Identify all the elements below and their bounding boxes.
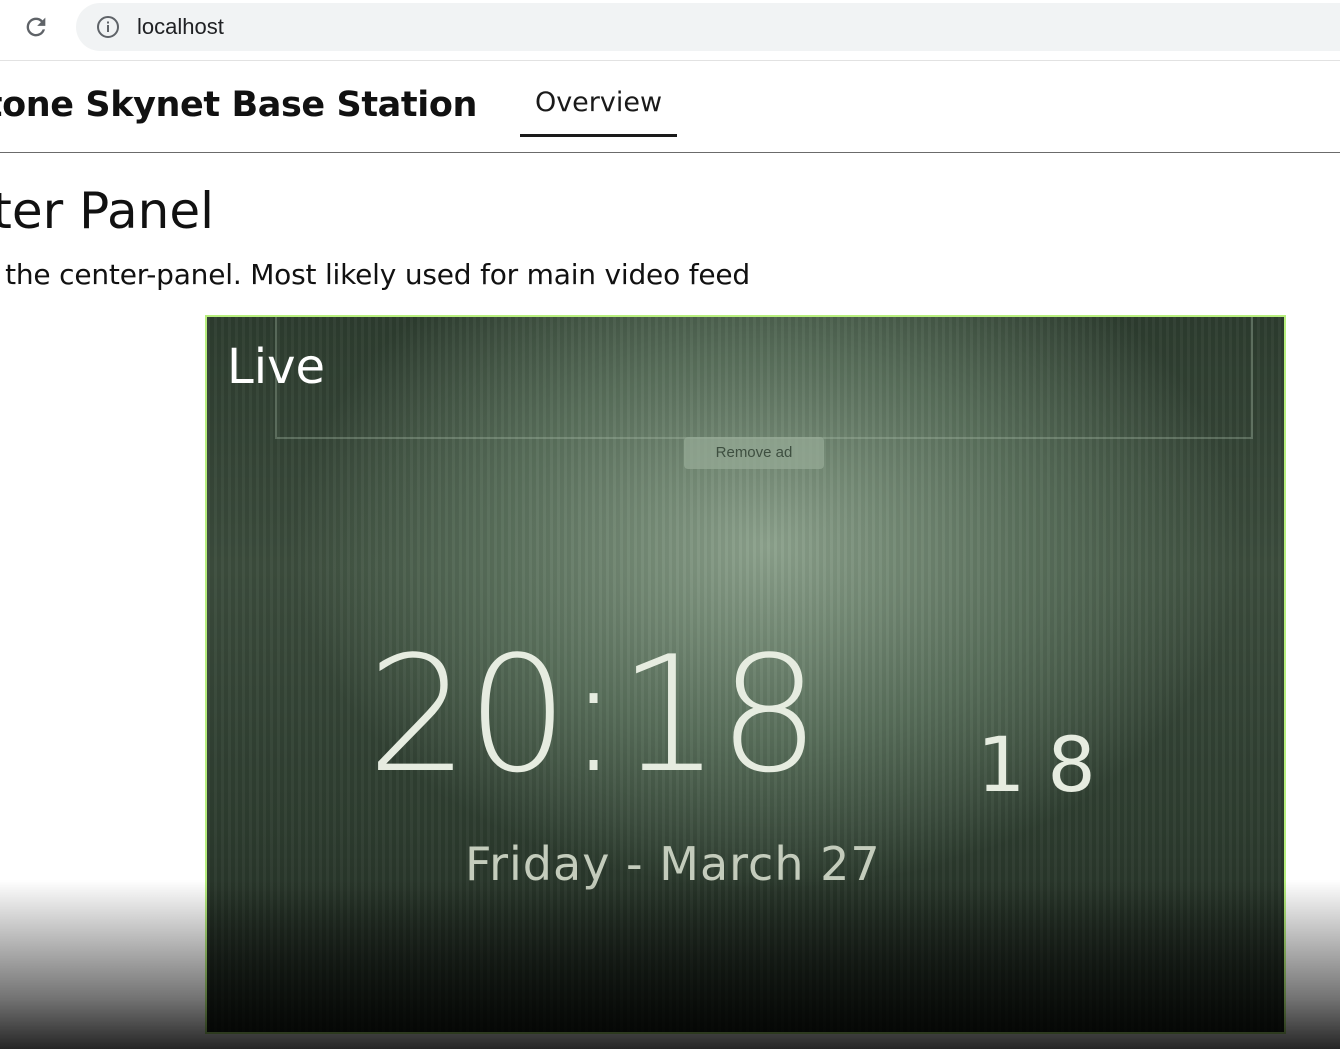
clock-seconds: 18 [977,720,1118,809]
video-bottom-shadow [207,887,1284,1032]
url-text: localhost [137,14,224,39]
app-title: stone Skynet Base Station [0,85,477,125]
main-video-feed[interactable]: Remove ad Live 20:18 18 Friday - March 2… [205,315,1286,1034]
clock-date: Friday - March 27 [465,837,881,891]
video-screen-outline [275,317,1253,439]
reload-icon [26,17,46,37]
tab-overview-label: Overview [534,87,663,118]
page-description: the center-panel. Most likely used for m… [5,258,750,291]
address-bar[interactable]: localhost [76,3,1340,51]
page-title: ter Panel [0,182,214,240]
info-icon[interactable] [96,15,120,39]
clock-time: 20:18 [367,621,820,808]
app-navbar: stone Skynet Base Station Overview [0,61,1340,153]
reload-button[interactable] [16,10,56,44]
tab-overview[interactable]: Overview [520,83,677,137]
remove-ad-button: Remove ad [684,437,824,469]
browser-toolbar: localhost [0,0,1340,61]
live-label: Live [227,339,326,395]
